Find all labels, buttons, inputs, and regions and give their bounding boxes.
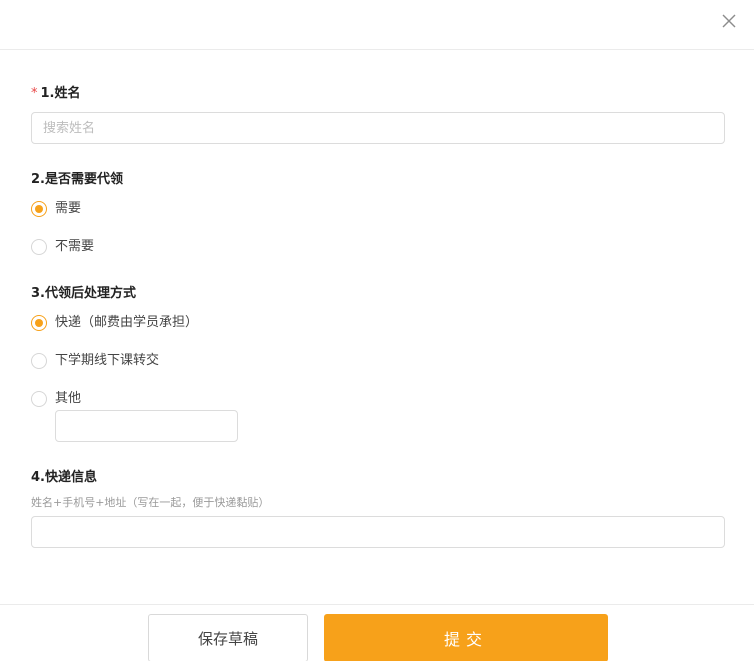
radio-label: 快递（邮费由学员承担） <box>55 315 199 330</box>
dialog-header <box>0 0 754 50</box>
radio-offline-handover[interactable]: 下学期线下课转交 <box>31 352 159 370</box>
radio-need[interactable]: 需要 <box>31 200 81 218</box>
radio-other[interactable]: 其他 <box>31 390 81 408</box>
dialog-footer: 保存草稿 提交 <box>0 604 754 661</box>
form-dialog: *1.姓名 2.是否需要代领 需要 不需要 3.代领后处理方式 快递（邮费由学员… <box>0 0 754 661</box>
submit-button[interactable]: 提交 <box>324 614 608 661</box>
radio-indicator-checked <box>31 201 47 217</box>
question-2-title: 2.是否需要代领 <box>31 172 123 187</box>
radio-no-need[interactable]: 不需要 <box>31 238 94 256</box>
other-method-input[interactable] <box>55 410 238 442</box>
question-1-title: * 1.姓名 <box>31 86 80 102</box>
radio-label: 需要 <box>55 201 82 216</box>
express-info-input[interactable] <box>31 516 725 548</box>
question-3-title: 3.代领后处理方式 <box>31 286 136 301</box>
radio-indicator <box>31 239 47 255</box>
question-1-label: 1.姓名 <box>40 86 81 101</box>
radio-indicator-checked <box>31 315 47 331</box>
radio-express[interactable]: 快递（邮费由学员承担） <box>31 314 198 332</box>
name-search-input[interactable] <box>31 112 725 144</box>
close-icon <box>722 14 736 28</box>
express-info-hint: 姓名+手机号+地址（写在一起，便于快递黏贴） <box>31 496 270 509</box>
question-4-title: 4.快递信息 <box>31 470 97 485</box>
radio-indicator <box>31 391 47 407</box>
save-draft-button[interactable]: 保存草稿 <box>148 614 308 661</box>
close-button[interactable] <box>720 12 738 30</box>
radio-label: 不需要 <box>55 239 95 254</box>
radio-label: 其他 <box>55 391 82 406</box>
radio-indicator <box>31 353 47 369</box>
required-mark: * <box>31 86 38 101</box>
radio-label: 下学期线下课转交 <box>55 353 160 368</box>
